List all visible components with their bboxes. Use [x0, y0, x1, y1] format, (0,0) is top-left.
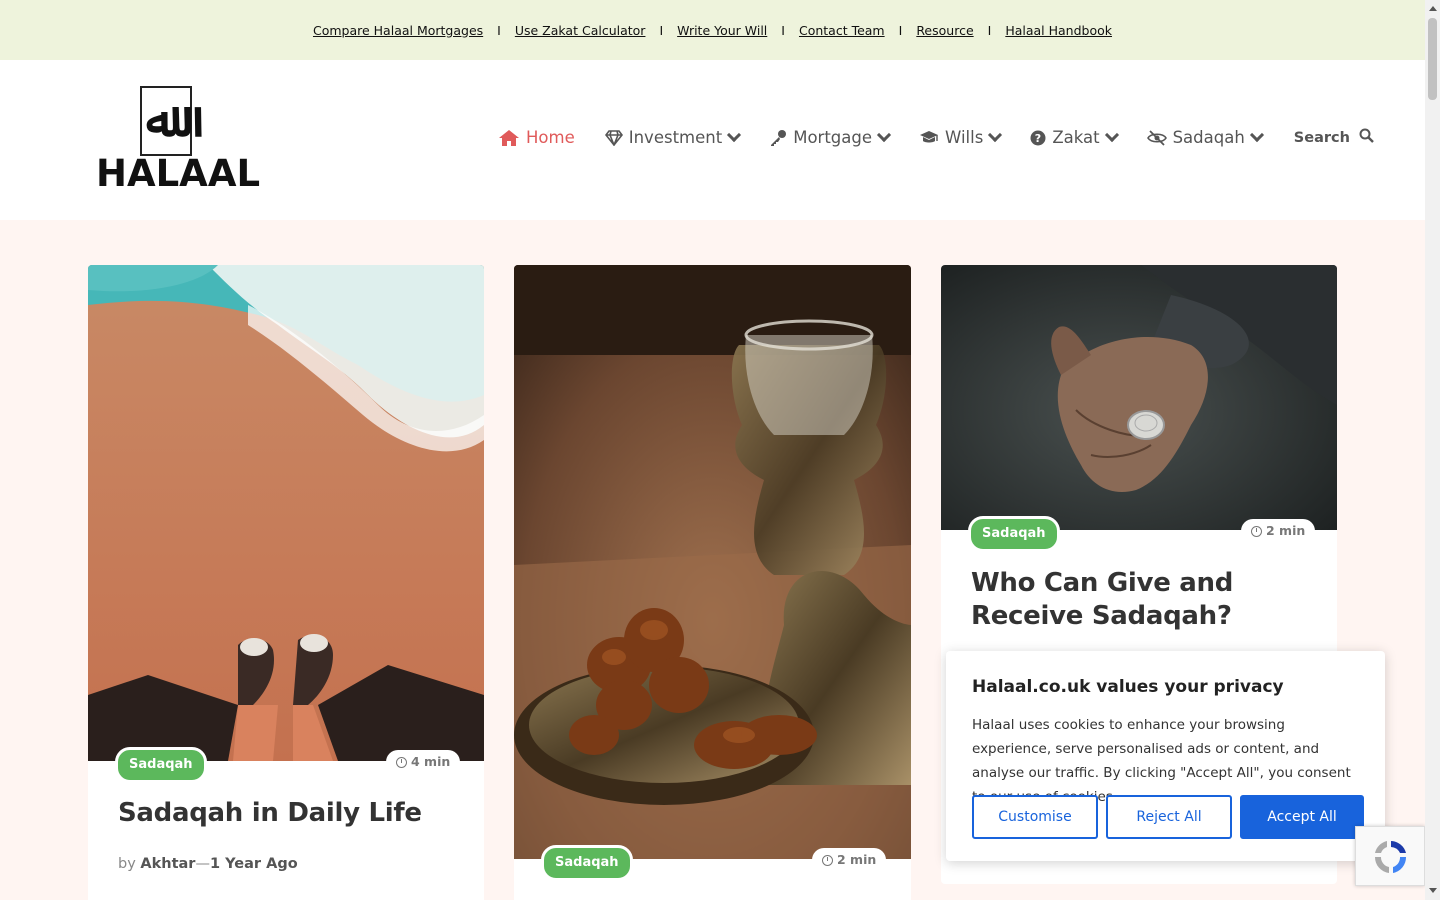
nav-item-home[interactable]: Home [498, 128, 575, 147]
nav-label: Home [526, 128, 575, 147]
separator: I [497, 22, 501, 38]
nav-item-sadaqah[interactable]: Sadaqah [1146, 127, 1264, 147]
category-badge[interactable]: Sadaqah [115, 747, 207, 783]
compare-mortgages-link[interactable]: Compare Halaal Mortgages [313, 23, 483, 38]
feet-on-beach-photo[interactable] [88, 265, 484, 761]
chevron-down-icon [1104, 127, 1119, 142]
category-badge[interactable]: Sadaqah [968, 516, 1060, 552]
search-label: Search [1293, 129, 1350, 146]
article-card[interactable]: Sadaqah 2 min [514, 265, 911, 900]
home-icon [498, 129, 520, 147]
nav-label: Sadaqah [1172, 128, 1245, 147]
byline-dash: — [195, 856, 210, 872]
scrollbar-thumb[interactable] [1428, 18, 1437, 100]
hand-holding-coin-photo[interactable] [941, 265, 1337, 530]
read-time-value: 2 min [837, 852, 877, 867]
customise-button[interactable]: Customise [972, 795, 1098, 839]
separator: I [659, 22, 664, 38]
question-circle-icon: ? [1030, 130, 1046, 146]
dates-and-tea-photo[interactable] [514, 265, 911, 859]
chevron-down-icon [988, 127, 1003, 142]
chevron-down-icon [876, 127, 892, 142]
read-time-value: 4 min [411, 754, 451, 769]
read-time: 4 min [386, 750, 461, 774]
nav-label: Wills [945, 128, 984, 147]
accept-all-button[interactable]: Accept All [1240, 795, 1364, 839]
reject-all-button[interactable]: Reject All [1106, 795, 1232, 839]
nav-item-mortgage[interactable]: Mortgage [769, 127, 892, 147]
nav-label: Investment [628, 128, 723, 147]
write-will-link[interactable]: Write Your Will [677, 23, 767, 38]
nav-item-investment[interactable]: Investment [604, 127, 742, 147]
nav-item-zakat[interactable]: ? Zakat [1030, 127, 1119, 147]
halaal-logo[interactable]: ﷲ HALAAL [96, 84, 260, 199]
graduation-cap-icon [919, 130, 939, 146]
card-title[interactable]: Sadaqah in Daily Life [118, 798, 422, 828]
recaptcha-icon [1374, 841, 1407, 873]
logo-glyph: ﷲ [146, 92, 175, 148]
contact-team-link[interactable]: Contact Team [799, 23, 885, 38]
read-time-value: 2 min [1266, 523, 1306, 538]
author-link[interactable]: Akhtar [140, 856, 195, 872]
cookie-buttons: Customise Reject All Accept All [972, 795, 1364, 839]
nav-item-wills[interactable]: Wills [919, 127, 1003, 147]
separator: I [987, 22, 992, 38]
halaal-handbook-link[interactable]: Halaal Handbook [1005, 23, 1112, 38]
clock-icon [1251, 525, 1262, 537]
zakat-calculator-link[interactable]: Use Zakat Calculator [515, 23, 646, 38]
utility-bar: Compare Halaal Mortgages I Use Zakat Cal… [0, 0, 1425, 60]
diamond-icon [604, 129, 623, 146]
search-button[interactable]: Search [1294, 128, 1374, 147]
main-nav: Home Investment Mortgage Wills ? Zakat S… [498, 127, 1374, 147]
logo-wordmark: HALAAL [96, 152, 261, 195]
chevron-down-icon [727, 127, 742, 142]
clock-icon [822, 854, 833, 866]
resource-link[interactable]: Resource [916, 23, 973, 38]
scroll-up-icon[interactable] [1429, 6, 1437, 11]
scroll-down-icon[interactable] [1429, 888, 1437, 893]
card-title[interactable]: Who Can Give and Receive Sadaqah? [971, 567, 1321, 633]
eye-slash-icon [1146, 129, 1167, 146]
cookie-title: Halaal.co.uk values your privacy [972, 677, 1284, 697]
article-card[interactable]: Sadaqah 4 min Sadaqah in Daily Life by A… [88, 265, 484, 900]
separator: I [781, 22, 785, 38]
category-badge[interactable]: Sadaqah [541, 845, 633, 881]
search-icon [1359, 128, 1374, 147]
byline-prefix: by [118, 856, 136, 872]
key-icon [769, 129, 787, 147]
post-date: 1 Year Ago [209, 856, 298, 872]
chevron-down-icon [1249, 127, 1264, 142]
read-time: 2 min [1241, 519, 1316, 543]
separator: I [898, 22, 903, 38]
page-scrollbar[interactable] [1425, 0, 1440, 900]
clock-icon [396, 756, 407, 768]
read-time: 2 min [812, 848, 887, 872]
svg-text:?: ? [1035, 132, 1041, 145]
nav-label: Mortgage [793, 128, 872, 147]
recaptcha-badge[interactable] [1355, 826, 1425, 886]
cookie-consent-banner: Halaal.co.uk values your privacy Halaal … [946, 651, 1385, 861]
nav-label: Zakat [1052, 128, 1100, 147]
byline: by Akhtar—1 Year Ago [118, 856, 298, 872]
